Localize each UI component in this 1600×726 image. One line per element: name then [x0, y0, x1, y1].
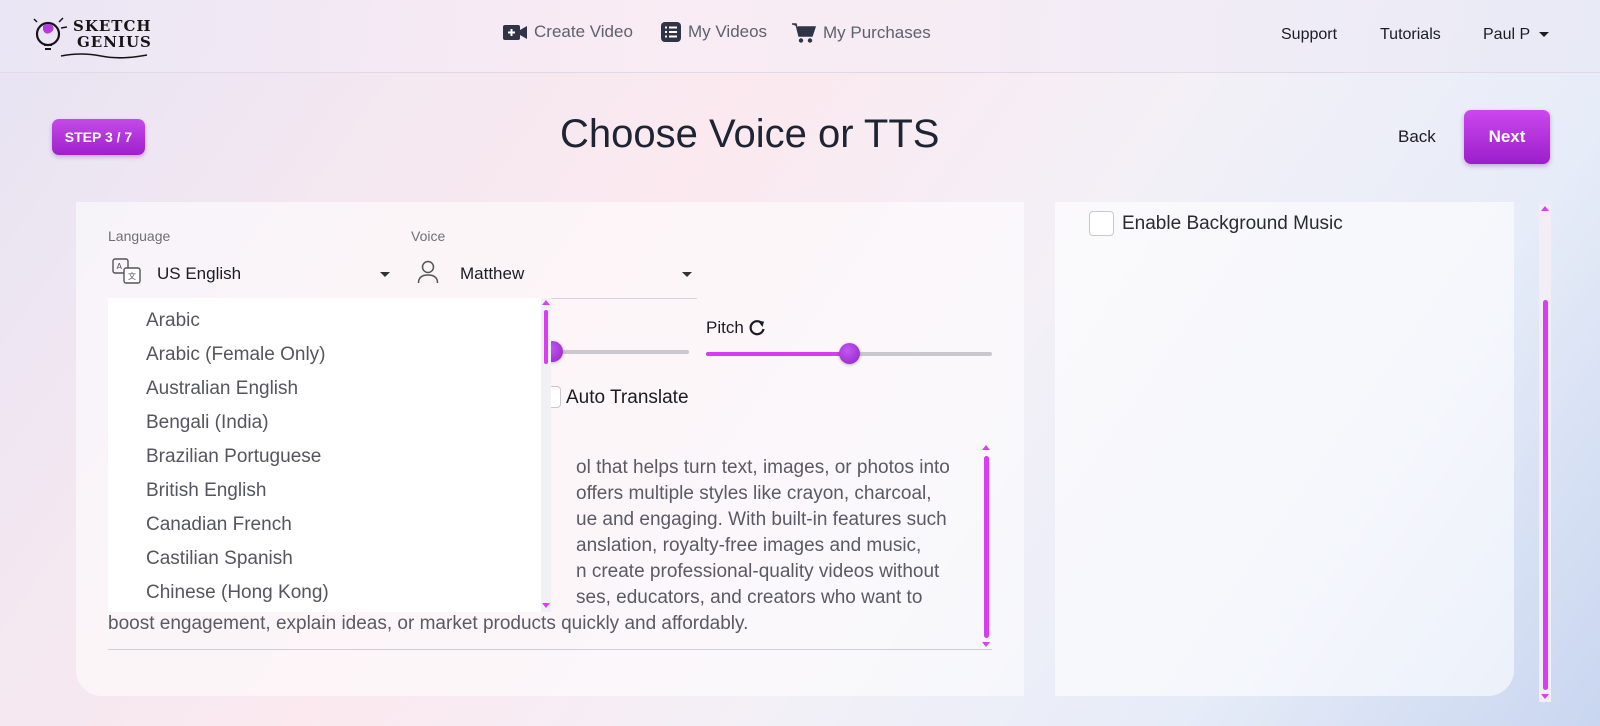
script-line: anslation, royalty-free images and music…: [576, 535, 922, 556]
pitch-slider-fill: [706, 352, 849, 356]
scroll-down-arrow-icon[interactable]: [982, 642, 990, 647]
translate-icon: A 文: [112, 258, 141, 284]
scroll-up-arrow-icon[interactable]: [1541, 206, 1549, 211]
voice-select[interactable]: Matthew: [411, 254, 697, 299]
language-select[interactable]: A 文 US English: [108, 254, 398, 294]
chevron-down-icon: [682, 272, 692, 277]
language-option[interactable]: Bengali (India): [146, 412, 269, 434]
sketch-genius-logo[interactable]: SKETCH GENIUS: [33, 14, 163, 60]
auto-translate-label: Auto Translate: [566, 387, 689, 408]
step-badge: STEP 3 / 7: [52, 119, 145, 155]
script-line: ol that helps turn text, images, or phot…: [576, 457, 950, 478]
video-camera-icon: [503, 24, 527, 40]
next-button[interactable]: Next: [1464, 110, 1550, 164]
script-line: n create professional-quality videos wit…: [576, 561, 940, 582]
speed-slider[interactable]: [542, 340, 690, 364]
background-music-label: Enable Background Music: [1122, 213, 1343, 234]
dropdown-scrollbar-thumb[interactable]: [544, 310, 548, 364]
language-option[interactable]: Arabic (Female Only): [146, 344, 326, 366]
language-option[interactable]: British English: [146, 480, 266, 502]
nav-my-purchases[interactable]: My Purchases: [792, 22, 931, 44]
page-title: Choose Voice or TTS: [560, 112, 940, 156]
chevron-down-icon: [380, 272, 390, 277]
reset-icon[interactable]: [747, 319, 767, 337]
tutorials-link[interactable]: Tutorials: [1380, 26, 1441, 44]
pitch-slider[interactable]: [706, 342, 992, 366]
pitch-label: Pitch: [706, 318, 767, 338]
speed-slider-track: [548, 350, 689, 354]
script-line: offers multiple styles like crayon, char…: [576, 483, 932, 504]
scroll-up-arrow-icon[interactable]: [982, 445, 990, 450]
voice-label: Voice: [411, 228, 446, 244]
background-music-checkbox[interactable]: [1089, 211, 1114, 236]
scroll-down-arrow-icon[interactable]: [542, 603, 550, 608]
svg-text:A: A: [117, 262, 123, 271]
scroll-up-arrow-icon[interactable]: [542, 300, 550, 305]
svg-text:文: 文: [128, 271, 136, 281]
user-name: Paul P: [1483, 26, 1531, 43]
language-option[interactable]: Canadian French: [146, 514, 292, 536]
shopping-cart-icon: [792, 23, 816, 43]
language-option[interactable]: Brazilian Portuguese: [146, 446, 321, 468]
language-option[interactable]: Chinese (Hong Kong): [146, 582, 329, 604]
user-menu[interactable]: Paul P: [1483, 26, 1550, 44]
logo-wordmark: SKETCH GENIUS: [73, 17, 152, 51]
page-scrollbar-thumb[interactable]: [1543, 300, 1548, 690]
support-link[interactable]: Support: [1281, 26, 1337, 44]
person-icon: [417, 260, 439, 284]
nav-create-video[interactable]: Create Video: [503, 22, 633, 42]
list-icon: [661, 22, 681, 42]
language-option[interactable]: Castilian Spanish: [146, 548, 293, 570]
nav-my-videos[interactable]: My Videos: [661, 22, 767, 42]
script-line: ue and engaging. With built-in features …: [576, 509, 947, 530]
page-scrollbar[interactable]: [1539, 204, 1551, 702]
script-line: boost engagement, explain ideas, or mark…: [108, 613, 749, 634]
language-label: Language: [108, 228, 171, 244]
textarea-scrollbar-thumb[interactable]: [984, 456, 989, 638]
script-line: ses, educators, and creators who want to: [576, 587, 923, 608]
pitch-slider-thumb[interactable]: [839, 343, 860, 364]
logo-underline: [60, 53, 148, 59]
back-button[interactable]: Back: [1398, 127, 1436, 147]
language-option[interactable]: Australian English: [146, 378, 298, 400]
voice-selected: Matthew: [460, 264, 525, 283]
language-dropdown-list[interactable]: Arabic Arabic (Female Only) Australian E…: [108, 298, 551, 612]
top-navbar: SKETCH GENIUS Create Video My Videos My …: [0, 0, 1600, 73]
language-selected: US English: [157, 264, 242, 283]
language-option[interactable]: Arabic: [146, 310, 200, 332]
chevron-down-icon: [1539, 32, 1550, 38]
scroll-down-arrow-icon[interactable]: [1541, 694, 1549, 699]
music-settings-panel: [1055, 202, 1514, 696]
